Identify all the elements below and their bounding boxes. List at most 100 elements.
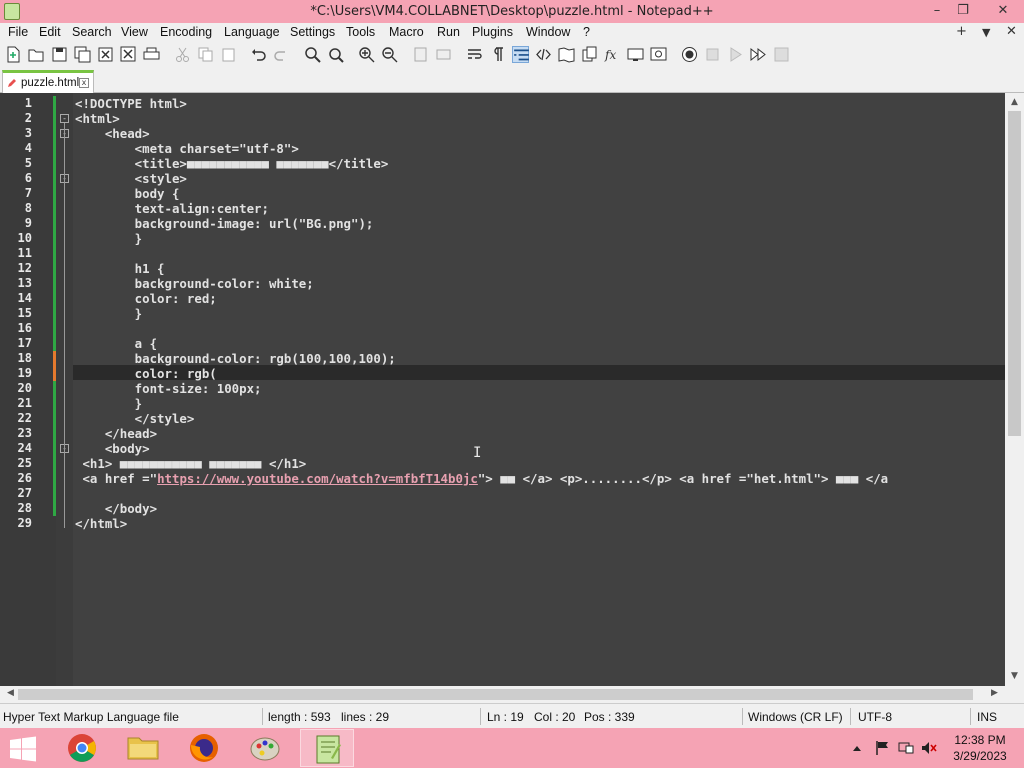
vertical-scrollbar[interactable]: ▲ ▼ [1005, 93, 1024, 686]
code-line[interactable]: <html> [75, 111, 120, 126]
code-line[interactable]: text-align:center; [75, 201, 269, 216]
menu-language[interactable]: Language [224, 25, 280, 39]
tab-close-button[interactable]: x [79, 78, 89, 88]
code-line[interactable]: background-color: rgb(100,100,100); [75, 351, 396, 366]
close-icon[interactable] [97, 46, 114, 63]
undo-icon[interactable] [250, 46, 267, 63]
network-icon[interactable] [898, 740, 914, 756]
find-icon[interactable] [304, 46, 321, 63]
zoom-out-icon[interactable] [381, 46, 398, 63]
run-macro-multiple-icon[interactable] [750, 46, 767, 63]
scroll-right-icon[interactable]: ▶ [986, 688, 1003, 698]
notepad-plus-plus-icon[interactable] [300, 729, 354, 767]
code-line[interactable]: h1 { [75, 261, 165, 276]
code-line[interactable]: </style> [75, 411, 195, 426]
menu-encoding[interactable]: Encoding [160, 25, 212, 39]
code-line[interactable]: color: rgb( [75, 366, 217, 381]
paint-icon[interactable] [238, 729, 292, 767]
print-icon[interactable] [143, 46, 160, 63]
cut-icon[interactable] [174, 46, 191, 63]
folder-workspace-icon[interactable] [627, 46, 644, 63]
code-line[interactable]: </body> [75, 501, 157, 516]
code-line[interactable]: <h1> ■■■■■■■■■■■ ■■■■■■■ </h1> [75, 456, 306, 471]
sync-horizontal-icon[interactable] [435, 46, 452, 63]
code-line[interactable]: } [75, 396, 142, 411]
scroll-left-icon[interactable]: ◀ [2, 688, 19, 698]
code-text-area[interactable]: <!DOCTYPE html> <html> <head> <meta chars… [73, 93, 1005, 686]
function-list-icon[interactable]: fx [604, 46, 621, 63]
code-line[interactable]: </html> [75, 516, 127, 531]
code-line[interactable]: </head> [75, 426, 157, 441]
play-macro-icon[interactable] [727, 46, 744, 63]
save-icon[interactable] [51, 46, 68, 63]
code-line[interactable]: <body> [75, 441, 150, 456]
windows-start-icon[interactable] [8, 736, 38, 762]
tab-list-dropdown[interactable]: ▼ [982, 26, 990, 39]
restore-button[interactable]: ❐ [948, 0, 978, 23]
hyperlink[interactable]: https://www.youtube.com/watch?v=mfbfT14b… [157, 471, 478, 486]
volume-muted-icon[interactable] [921, 740, 937, 756]
new-file-icon[interactable] [5, 46, 22, 63]
code-line[interactable]: <title>■■■■■■■■■■■ ■■■■■■■</title> [75, 156, 389, 171]
fold-toggle-icon[interactable]: - [60, 114, 69, 123]
code-line[interactable]: background-image: url("BG.png"); [75, 216, 374, 231]
file-explorer-icon[interactable] [116, 729, 170, 767]
code-editor[interactable]: 1 2 3 4 5 6 7 8 9 10 11 12 13 14 15 16 17 18 19 20 21 22 23 24 2… [0, 93, 1005, 686]
menu-edit[interactable]: Edit [39, 25, 61, 39]
menu-run[interactable]: Run [437, 25, 460, 39]
menu-file[interactable]: File [8, 25, 28, 39]
language-icon[interactable] [535, 46, 552, 63]
code-line[interactable]: font-size: 100px; [75, 381, 262, 396]
code-line[interactable]: <head> [75, 126, 150, 141]
document-list-icon[interactable] [581, 46, 598, 63]
menu-tools[interactable]: Tools [346, 25, 375, 39]
save-all-icon[interactable] [74, 46, 91, 63]
code-line[interactable]: } [75, 231, 142, 246]
scroll-down-icon[interactable]: ▼ [1006, 671, 1023, 681]
close-window-button[interactable]: ✕ [986, 0, 1020, 23]
save-macro-icon[interactable] [773, 46, 790, 63]
sync-vertical-icon[interactable] [412, 46, 429, 63]
zoom-in-icon[interactable] [358, 46, 375, 63]
show-all-chars-icon[interactable] [489, 46, 506, 63]
code-line[interactable]: color: red; [75, 291, 217, 306]
horizontal-scroll-thumb[interactable] [18, 689, 973, 700]
menu-view[interactable]: View [121, 25, 148, 39]
menu-macro[interactable]: Macro [389, 25, 424, 39]
paste-icon[interactable] [220, 46, 237, 63]
word-wrap-icon[interactable] [466, 46, 483, 63]
record-macro-icon[interactable] [681, 46, 698, 63]
menu-window[interactable]: Window [526, 25, 570, 39]
vertical-scroll-thumb[interactable] [1008, 111, 1021, 436]
menu-search[interactable]: Search [72, 25, 112, 39]
open-file-icon[interactable] [28, 46, 45, 63]
replace-icon[interactable] [327, 46, 344, 63]
stop-record-icon[interactable] [704, 46, 721, 63]
code-line[interactable]: body { [75, 186, 180, 201]
horizontal-scrollbar[interactable]: ◀ ▶ [0, 686, 1005, 703]
code-line[interactable]: <meta charset="utf-8"> [75, 141, 299, 156]
close-document-button[interactable]: ✕ [1006, 24, 1017, 39]
copy-icon[interactable] [197, 46, 214, 63]
close-all-icon[interactable] [120, 46, 137, 63]
code-line[interactable]: background-color: white; [75, 276, 314, 291]
menu-plugins[interactable]: Plugins [472, 25, 513, 39]
chrome-icon[interactable] [55, 729, 109, 767]
document-map-icon[interactable] [558, 46, 575, 63]
code-line[interactable]: <!DOCTYPE html> [75, 96, 187, 111]
flag-icon[interactable] [874, 740, 890, 756]
monitoring-icon[interactable] [650, 46, 667, 63]
code-line[interactable]: <style> [75, 171, 187, 186]
redo-icon[interactable] [273, 46, 290, 63]
firefox-icon[interactable] [177, 729, 231, 767]
code-line[interactable]: a { [75, 336, 157, 351]
new-tab-button[interactable]: + [956, 24, 967, 39]
code-line[interactable]: <a href ="https://www.youtube.com/watch?… [75, 471, 888, 486]
indent-guide-icon[interactable] [512, 46, 529, 63]
show-hidden-icons[interactable] [851, 740, 863, 756]
tab-puzzle-html[interactable]: puzzle.html x [2, 70, 94, 93]
code-line[interactable]: } [75, 306, 142, 321]
taskbar-clock[interactable]: 12:38 PM 3/29/2023 [945, 732, 1015, 764]
scroll-up-icon[interactable]: ▲ [1006, 97, 1023, 107]
menu-settings[interactable]: Settings [290, 25, 335, 39]
